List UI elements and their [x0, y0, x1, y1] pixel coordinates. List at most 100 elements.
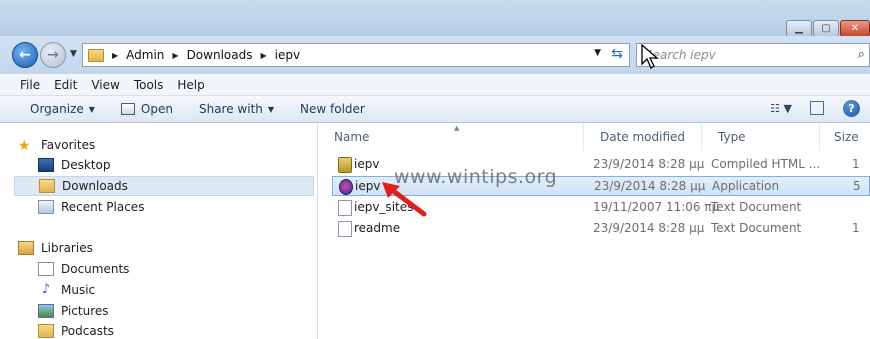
text-file-icon	[338, 221, 352, 237]
file-date: 19/11/2007 11:06 πμ	[593, 200, 720, 214]
sort-ascending-icon: ▲	[454, 124, 460, 132]
nav-podcasts-label: Podcasts	[61, 324, 114, 338]
text-file-icon	[338, 200, 352, 216]
chevron-right-icon[interactable]: ▶	[260, 51, 266, 60]
navigation-pane: ★ Favorites Desktop Downloads Recent Pla…	[0, 123, 318, 339]
file-size: 1	[852, 221, 860, 235]
nav-recent-places[interactable]: Recent Places	[34, 197, 144, 217]
nav-libraries-label: Libraries	[41, 241, 93, 255]
column-header-name[interactable]: Name ▲	[318, 123, 584, 151]
breadcrumb-iepv[interactable]: iepv	[275, 48, 300, 62]
nav-favorites[interactable]: ★ Favorites	[14, 135, 95, 155]
nav-libraries[interactable]: Libraries	[14, 238, 93, 258]
close-icon: ✕	[850, 23, 860, 34]
new-folder-button[interactable]: New folder	[300, 102, 365, 116]
nav-podcasts[interactable]: Podcasts	[34, 321, 114, 339]
breadcrumb-admin[interactable]: Admin	[126, 48, 164, 62]
column-type-label: Type	[718, 130, 746, 144]
close-button[interactable]: ✕	[840, 20, 870, 37]
column-header-type[interactable]: Type	[702, 123, 820, 151]
column-date-label: Date modified	[600, 130, 686, 144]
column-name-label: Name	[334, 130, 370, 144]
file-date: 23/9/2014 8:28 μμ	[593, 157, 705, 171]
file-name: iepv	[354, 157, 380, 171]
address-bar[interactable]: ▶ Admin ▶ Downloads ▶ iepv ▼ ⇆	[82, 43, 630, 67]
downloads-folder-icon	[39, 179, 55, 193]
star-icon: ★	[18, 138, 31, 154]
open-button[interactable]: Open	[120, 102, 173, 116]
file-type: Application	[712, 179, 780, 193]
menu-help[interactable]: Help	[177, 78, 204, 92]
recent-pages-dropdown-icon[interactable]: ▼	[70, 49, 77, 59]
maximize-icon: ▢	[821, 23, 831, 34]
nav-pictures-label: Pictures	[61, 304, 109, 318]
mouse-cursor-icon	[641, 44, 659, 69]
chevron-down-icon: ▼	[267, 104, 275, 114]
menu-edit[interactable]: Edit	[54, 78, 77, 92]
file-date: 23/9/2014 8:28 μμ	[594, 179, 706, 193]
menu-bar: File Edit View Tools Help	[0, 74, 870, 96]
search-input[interactable]: Search iepv ⌕	[636, 43, 870, 67]
preview-pane-icon[interactable]	[810, 101, 824, 115]
folder-icon	[88, 48, 104, 62]
maximize-button[interactable]: ▢	[813, 20, 839, 37]
nav-music[interactable]: ♪ Music	[34, 280, 95, 300]
pictures-icon	[38, 304, 54, 318]
minimize-button[interactable]: ▁	[786, 20, 812, 37]
file-list: Name ▲ Date modified Type Size iepv 23/9…	[318, 123, 870, 339]
address-row: ← → ▼ ▶ Admin ▶ Downloads ▶ iepv ▼ ⇆ Sea…	[0, 36, 870, 74]
file-row[interactable]: readme 23/9/2014 8:28 μμ Text Document 1	[332, 219, 870, 239]
nav-downloads-label: Downloads	[62, 179, 128, 193]
column-header-size[interactable]: Size	[818, 123, 870, 151]
open-label: Open	[140, 102, 173, 116]
open-icon	[120, 103, 135, 115]
nav-desktop[interactable]: Desktop	[34, 155, 111, 175]
nav-downloads[interactable]: Downloads	[14, 176, 314, 196]
breadcrumb-downloads[interactable]: Downloads	[187, 48, 253, 62]
chevron-right-icon[interactable]: ▶	[112, 51, 118, 60]
nav-recent-places-label: Recent Places	[61, 200, 145, 214]
explorer-window: ▁ ▢ ✕ ← → ▼ ▶ Admin ▶ Downloads ▶ iepv ▼…	[0, 0, 870, 339]
back-button[interactable]: ←	[12, 42, 38, 68]
file-size: 1	[852, 157, 860, 171]
file-date: 23/9/2014 8:28 μμ	[593, 221, 705, 235]
chevron-right-icon[interactable]: ▶	[172, 51, 178, 60]
desktop-icon	[38, 158, 54, 172]
nav-desktop-label: Desktop	[61, 158, 111, 172]
documents-icon	[38, 262, 54, 276]
nav-documents[interactable]: Documents	[34, 259, 129, 279]
column-header-date-modified[interactable]: Date modified	[584, 123, 702, 151]
recent-places-icon	[38, 200, 54, 214]
organize-label: Organize	[30, 102, 84, 116]
file-type: Text Document	[711, 200, 802, 214]
title-bar: ▁ ▢ ✕	[0, 0, 870, 37]
pointer-arrow-icon	[382, 182, 427, 217]
share-with-label: Share with	[198, 102, 263, 116]
nav-pictures[interactable]: Pictures	[34, 301, 109, 321]
help-icon[interactable]: ?	[843, 100, 860, 117]
organize-button[interactable]: Organize ▼	[30, 102, 95, 116]
change-view-icon[interactable]: ☷ ▼	[770, 102, 792, 115]
chm-icon	[338, 157, 352, 173]
file-name: iepv	[355, 179, 381, 193]
menu-file[interactable]: File	[20, 78, 40, 92]
menu-view[interactable]: View	[91, 78, 119, 92]
back-arrow-icon: ←	[19, 47, 31, 63]
share-with-button[interactable]: Share with ▼	[199, 102, 274, 116]
application-icon	[339, 179, 353, 195]
file-type: Compiled HTML ...	[711, 157, 821, 171]
address-dropdown-icon[interactable]: ▼	[594, 48, 601, 58]
podcasts-icon	[38, 324, 54, 338]
refresh-icon[interactable]: ⇆	[611, 46, 623, 62]
chevron-down-icon: ▼	[88, 104, 95, 114]
libraries-icon	[18, 241, 34, 255]
new-folder-label: New folder	[300, 102, 365, 116]
file-name: readme	[354, 221, 401, 235]
menu-tools[interactable]: Tools	[134, 78, 164, 92]
forward-arrow-icon: →	[47, 47, 59, 63]
minimize-icon: ▁	[795, 23, 803, 34]
forward-button[interactable]: →	[40, 42, 66, 68]
command-bar: Organize ▼ Open Share with ▼ New folder …	[0, 96, 870, 123]
nav-favorites-label: Favorites	[41, 138, 96, 152]
search-icon[interactable]: ⌕	[858, 47, 865, 62]
